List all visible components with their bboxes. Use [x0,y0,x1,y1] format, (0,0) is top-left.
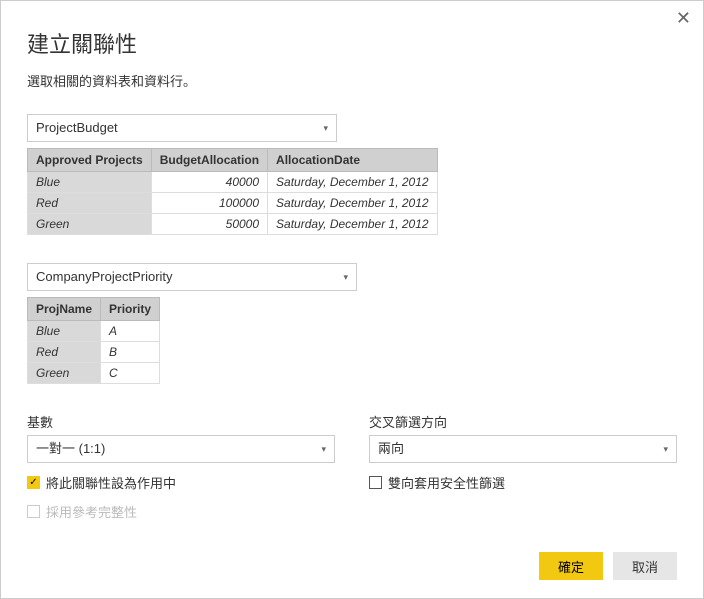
table2-header: ProjName [28,298,101,321]
crossfilter-select[interactable]: 兩向 ▾ [369,435,677,463]
crossfilter-label: 交叉篩選方向 [369,412,677,431]
dialog-subtitle: 選取相關的資料表和資料行。 [27,71,677,90]
crossfilter-value: 兩向 [378,441,404,456]
active-checkbox-label: 將此關聯性設為作用中 [46,473,176,492]
security-checkbox-label: 雙向套用安全性篩選 [388,473,505,492]
table-row: Red B [28,342,160,363]
dialog-buttons: 確定 取消 [539,552,677,580]
chevron-down-icon: ▾ [343,264,348,290]
table2-select[interactable]: CompanyProjectPriority ▾ [27,263,357,291]
cardinality-value: 一對一 (1:1) [36,441,105,456]
table1-header: BudgetAllocation [151,149,267,172]
table-row: Green C [28,363,160,384]
referential-checkbox-row: 採用參考完整性 [27,502,335,521]
dialog-title: 建立關聯性 [27,27,677,59]
referential-checkbox [27,505,40,518]
table2-preview: ProjName Priority Blue A Red B Green C [27,297,160,384]
cancel-button[interactable]: 取消 [613,552,677,580]
table2-header: Priority [101,298,160,321]
table-row: Red 100000 Saturday, December 1, 2012 [28,193,438,214]
close-button[interactable]: ✕ [676,9,691,27]
cardinality-label: 基數 [27,412,335,431]
ok-button[interactable]: 確定 [539,552,603,580]
create-relationship-dialog: ✕ 建立關聯性 選取相關的資料表和資料行。 ProjectBudget ▾ Ap… [0,0,704,599]
chevron-down-icon: ▾ [663,436,668,462]
table2-select-value: CompanyProjectPriority [36,269,173,284]
table1-select[interactable]: ProjectBudget ▾ [27,114,337,142]
table1-header: Approved Projects [28,149,152,172]
table-row: Blue A [28,321,160,342]
cardinality-select[interactable]: 一對一 (1:1) ▾ [27,435,335,463]
table1-preview: Approved Projects BudgetAllocation Alloc… [27,148,438,235]
chevron-down-icon: ▾ [321,436,326,462]
table-row: Green 50000 Saturday, December 1, 2012 [28,214,438,235]
active-checkbox-row[interactable]: ✓ 將此關聯性設為作用中 [27,473,335,492]
table-row: Blue 40000 Saturday, December 1, 2012 [28,172,438,193]
security-checkbox-row[interactable]: 雙向套用安全性篩選 [369,473,677,492]
referential-checkbox-label: 採用參考完整性 [46,502,137,521]
chevron-down-icon: ▾ [323,115,328,141]
table1-select-value: ProjectBudget [36,120,118,135]
table1-header: AllocationDate [268,149,438,172]
security-checkbox[interactable] [369,476,382,489]
active-checkbox[interactable]: ✓ [27,476,40,489]
